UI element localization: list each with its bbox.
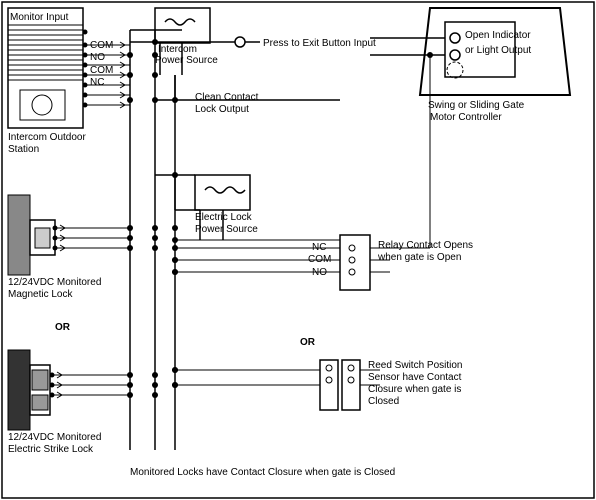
svg-text:Closure when gate is: Closure when gate is — [368, 384, 461, 395]
electric-lock-power-label: Electric Lock — [195, 212, 253, 223]
no-label: NO — [90, 52, 105, 63]
intercom-outdoor-station-label: Intercom Outdoor — [8, 132, 86, 143]
intercom-power-source-label: Intercom — [158, 44, 197, 55]
reed-switch-label: Reed Switch Position — [368, 360, 463, 371]
svg-text:Lock Output: Lock Output — [195, 104, 249, 115]
svg-text:Magnetic Lock: Magnetic Lock — [8, 289, 73, 300]
clean-contact-label: Clean Contact — [195, 92, 259, 103]
electric-strike-label: 12/24VDC Monitored — [8, 432, 101, 443]
svg-text:Sensor have Contact: Sensor have Contact — [368, 372, 462, 383]
press-to-exit-label: Press to Exit Button Input — [263, 38, 376, 49]
svg-text:when gate is Open: when gate is Open — [377, 252, 461, 263]
magnetic-lock-label: 12/24VDC Monitored — [8, 277, 101, 288]
wiring-diagram: Monitor Input Intercom Outdoor Station C… — [0, 0, 596, 500]
svg-text:Electric Strike Lock: Electric Strike Lock — [8, 444, 94, 455]
svg-text:Power Source: Power Source — [195, 224, 258, 235]
or-label-1: OR — [55, 322, 71, 333]
svg-text:or Light Output: or Light Output — [465, 45, 531, 56]
monitor-input-label: Monitor Input — [10, 12, 69, 23]
open-indicator-label: Open Indicator — [465, 30, 531, 41]
svg-text:Power Source: Power Source — [155, 55, 218, 66]
svg-text:Closed: Closed — [368, 396, 399, 407]
relay-contact-label: Relay Contact Opens — [378, 240, 473, 251]
svg-text:Motor Controller: Motor Controller — [430, 112, 502, 123]
nc-label: NC — [90, 77, 104, 88]
or-label-2: OR — [300, 337, 316, 348]
monitored-locks-note: Monitored Locks have Contact Closure whe… — [130, 467, 395, 478]
swing-gate-label: Swing or Sliding Gate — [428, 100, 525, 111]
com2-label: COM — [90, 65, 113, 76]
svg-text:Station: Station — [8, 144, 39, 155]
